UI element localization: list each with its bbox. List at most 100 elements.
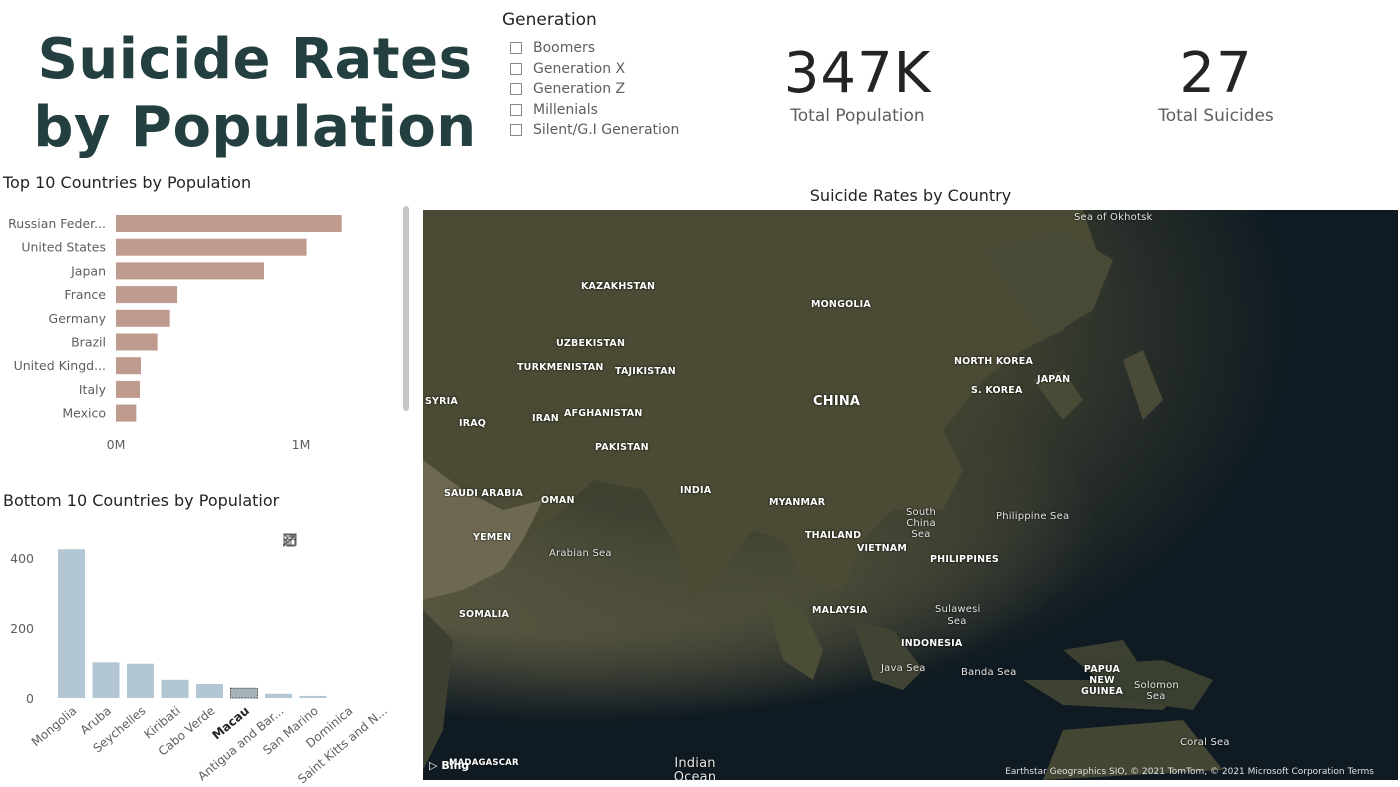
world-map[interactable]: Sea of Okhotsk KAZAKHSTAN MONGOLIA UZBEK… — [423, 210, 1398, 780]
map-label: TAJIKISTAN — [615, 366, 676, 377]
checkbox-icon[interactable] — [510, 103, 522, 116]
bar[interactable] — [299, 695, 327, 698]
slicer-item-generation-z[interactable]: Generation Z — [502, 79, 742, 100]
report-title: Suicide Rates by Population — [33, 27, 477, 160]
map-label: Java Sea — [881, 663, 926, 674]
map-label: MYANMAR — [769, 497, 826, 508]
kpi-label: Total Suicides — [1158, 106, 1274, 126]
map-label: Sulawesi Sea — [935, 604, 981, 627]
kpi-card-total-suicides: 27 Total Suicides — [1110, 41, 1322, 127]
x-tick-label: 0M — [107, 437, 126, 452]
map-label: MALAYSIA — [812, 605, 868, 616]
pin-icon[interactable] — [283, 493, 301, 547]
map-label: Solomon Sea — [1134, 680, 1179, 702]
map-label: PHILIPPINES — [930, 554, 999, 565]
checkbox-icon[interactable] — [510, 62, 522, 75]
bar[interactable] — [196, 684, 223, 698]
map-label: UZBEKISTAN — [556, 338, 626, 349]
bar[interactable] — [116, 262, 264, 280]
map-label: NORTH KOREA — [954, 356, 1034, 367]
chart-title: Top 10 Countries by Population — [3, 173, 252, 192]
map-label: KAZAKHSTAN — [581, 281, 656, 292]
map-label: Sea of Okhotsk — [1074, 212, 1153, 223]
map-label: IRAN — [532, 413, 559, 424]
map-label: OMAN — [541, 495, 575, 506]
bar[interactable] — [265, 693, 292, 698]
map-credit[interactable]: Earthstar Geographics SIO, © 2021 TomTom… — [1005, 767, 1374, 777]
bar[interactable] — [116, 404, 137, 422]
map-label: Banda Sea — [961, 667, 1017, 678]
copy-icon[interactable] — [283, 493, 329, 547]
map-label: INDONESIA — [901, 638, 963, 649]
map-label: PAPUA NEW GUINEA — [1080, 664, 1124, 697]
slicer-item-millenials[interactable]: Millenials — [502, 100, 742, 121]
bottom10-chart-svg: 0200400MongoliaArubaSeychellesKiribatiCa… — [10, 549, 390, 784]
map-label: JAPAN — [1037, 374, 1071, 385]
map-label: SOMALIA — [459, 609, 510, 620]
map-label: YEMEN — [473, 532, 512, 543]
map-label: PAKISTAN — [595, 442, 649, 453]
category-label: United Kingd... — [14, 358, 106, 373]
category-label: Russian Feder... — [8, 216, 106, 231]
checkbox-icon[interactable] — [510, 124, 522, 137]
slicer-item-label: Boomers — [533, 40, 596, 57]
slicer-item-label: Silent/G.I Generation — [533, 122, 680, 139]
bar[interactable] — [116, 357, 141, 375]
category-label: Japan — [70, 263, 106, 278]
bar[interactable] — [230, 687, 258, 699]
map-label: Indian Ocean — [673, 756, 717, 781]
y-tick-label: 400 — [10, 551, 34, 566]
bar[interactable] — [116, 333, 158, 351]
map-label: Philippine Sea — [996, 511, 1070, 522]
bar[interactable] — [116, 238, 307, 256]
category-label: United States — [21, 240, 106, 255]
checkbox-icon[interactable] — [510, 42, 522, 55]
slicer-item-generation-x[interactable]: Generation X — [502, 59, 742, 80]
map-label: SAUDI ARABIA — [444, 488, 523, 499]
bar[interactable] — [116, 215, 342, 232]
slicer-item-label: Generation X — [533, 60, 626, 77]
map-label: INDIA — [680, 485, 712, 496]
kpi-label: Total Population — [790, 106, 925, 126]
checkbox-icon[interactable] — [510, 83, 522, 96]
map-label: MONGOLIA — [811, 299, 871, 310]
more-options-icon[interactable] — [283, 493, 413, 542]
top10-chart-svg: Russian Feder... United States Japan France… — [8, 215, 342, 452]
bar[interactable] — [92, 662, 120, 698]
bar[interactable] — [116, 309, 170, 327]
bing-icon: ▷ — [429, 759, 438, 772]
bottom10-column-chart[interactable]: Bottom 10 Countries by Populatior 0 200 40… — [0, 486, 418, 786]
chart-title: Bottom 10 Countries by Populatior — [3, 491, 280, 510]
slicer-item-label: Generation Z — [533, 81, 626, 98]
kpi-value: 27 — [1179, 41, 1253, 106]
map-label: THAILAND — [805, 530, 862, 541]
bar[interactable] — [116, 380, 141, 398]
focus-mode-icon[interactable] — [283, 493, 385, 546]
map-title: Suicide Rates by Country — [809, 186, 1012, 205]
map-label: VIETNAM — [857, 543, 908, 554]
bing-logo: ▷ Bing — [429, 759, 469, 772]
slicer-item-label: Millenials — [533, 101, 598, 118]
bar[interactable] — [116, 286, 178, 304]
map-label: TURKMENISTAN — [517, 362, 604, 373]
x-tick-label: 1M — [292, 437, 311, 452]
map-label: South China Sea — [905, 507, 937, 540]
chart-scrollbar[interactable] — [403, 206, 409, 411]
slicer-item-silent-gi[interactable]: Silent/G.I Generation — [502, 120, 742, 141]
filter-icon[interactable] — [283, 493, 357, 547]
map-label: SYRIA — [425, 396, 458, 407]
visual-header-icons — [283, 493, 413, 547]
slicer-item-boomers[interactable]: Boomers — [502, 38, 742, 59]
bar[interactable] — [58, 549, 85, 698]
category-label: France — [64, 287, 106, 302]
map-label: CHINA — [813, 394, 861, 409]
y-tick-label: 200 — [10, 621, 34, 636]
category-label: Brazil — [71, 335, 106, 350]
map-label: S. KOREA — [971, 385, 1023, 396]
kpi-card-total-population: 347K Total Population — [750, 44, 965, 127]
top10-bar-chart[interactable]: Top 10 Countries by Population Russian F… — [0, 168, 415, 458]
category-label: Italy — [79, 382, 107, 397]
bar[interactable] — [127, 663, 154, 698]
bing-label: Bing — [441, 759, 470, 772]
bar[interactable] — [161, 679, 189, 698]
